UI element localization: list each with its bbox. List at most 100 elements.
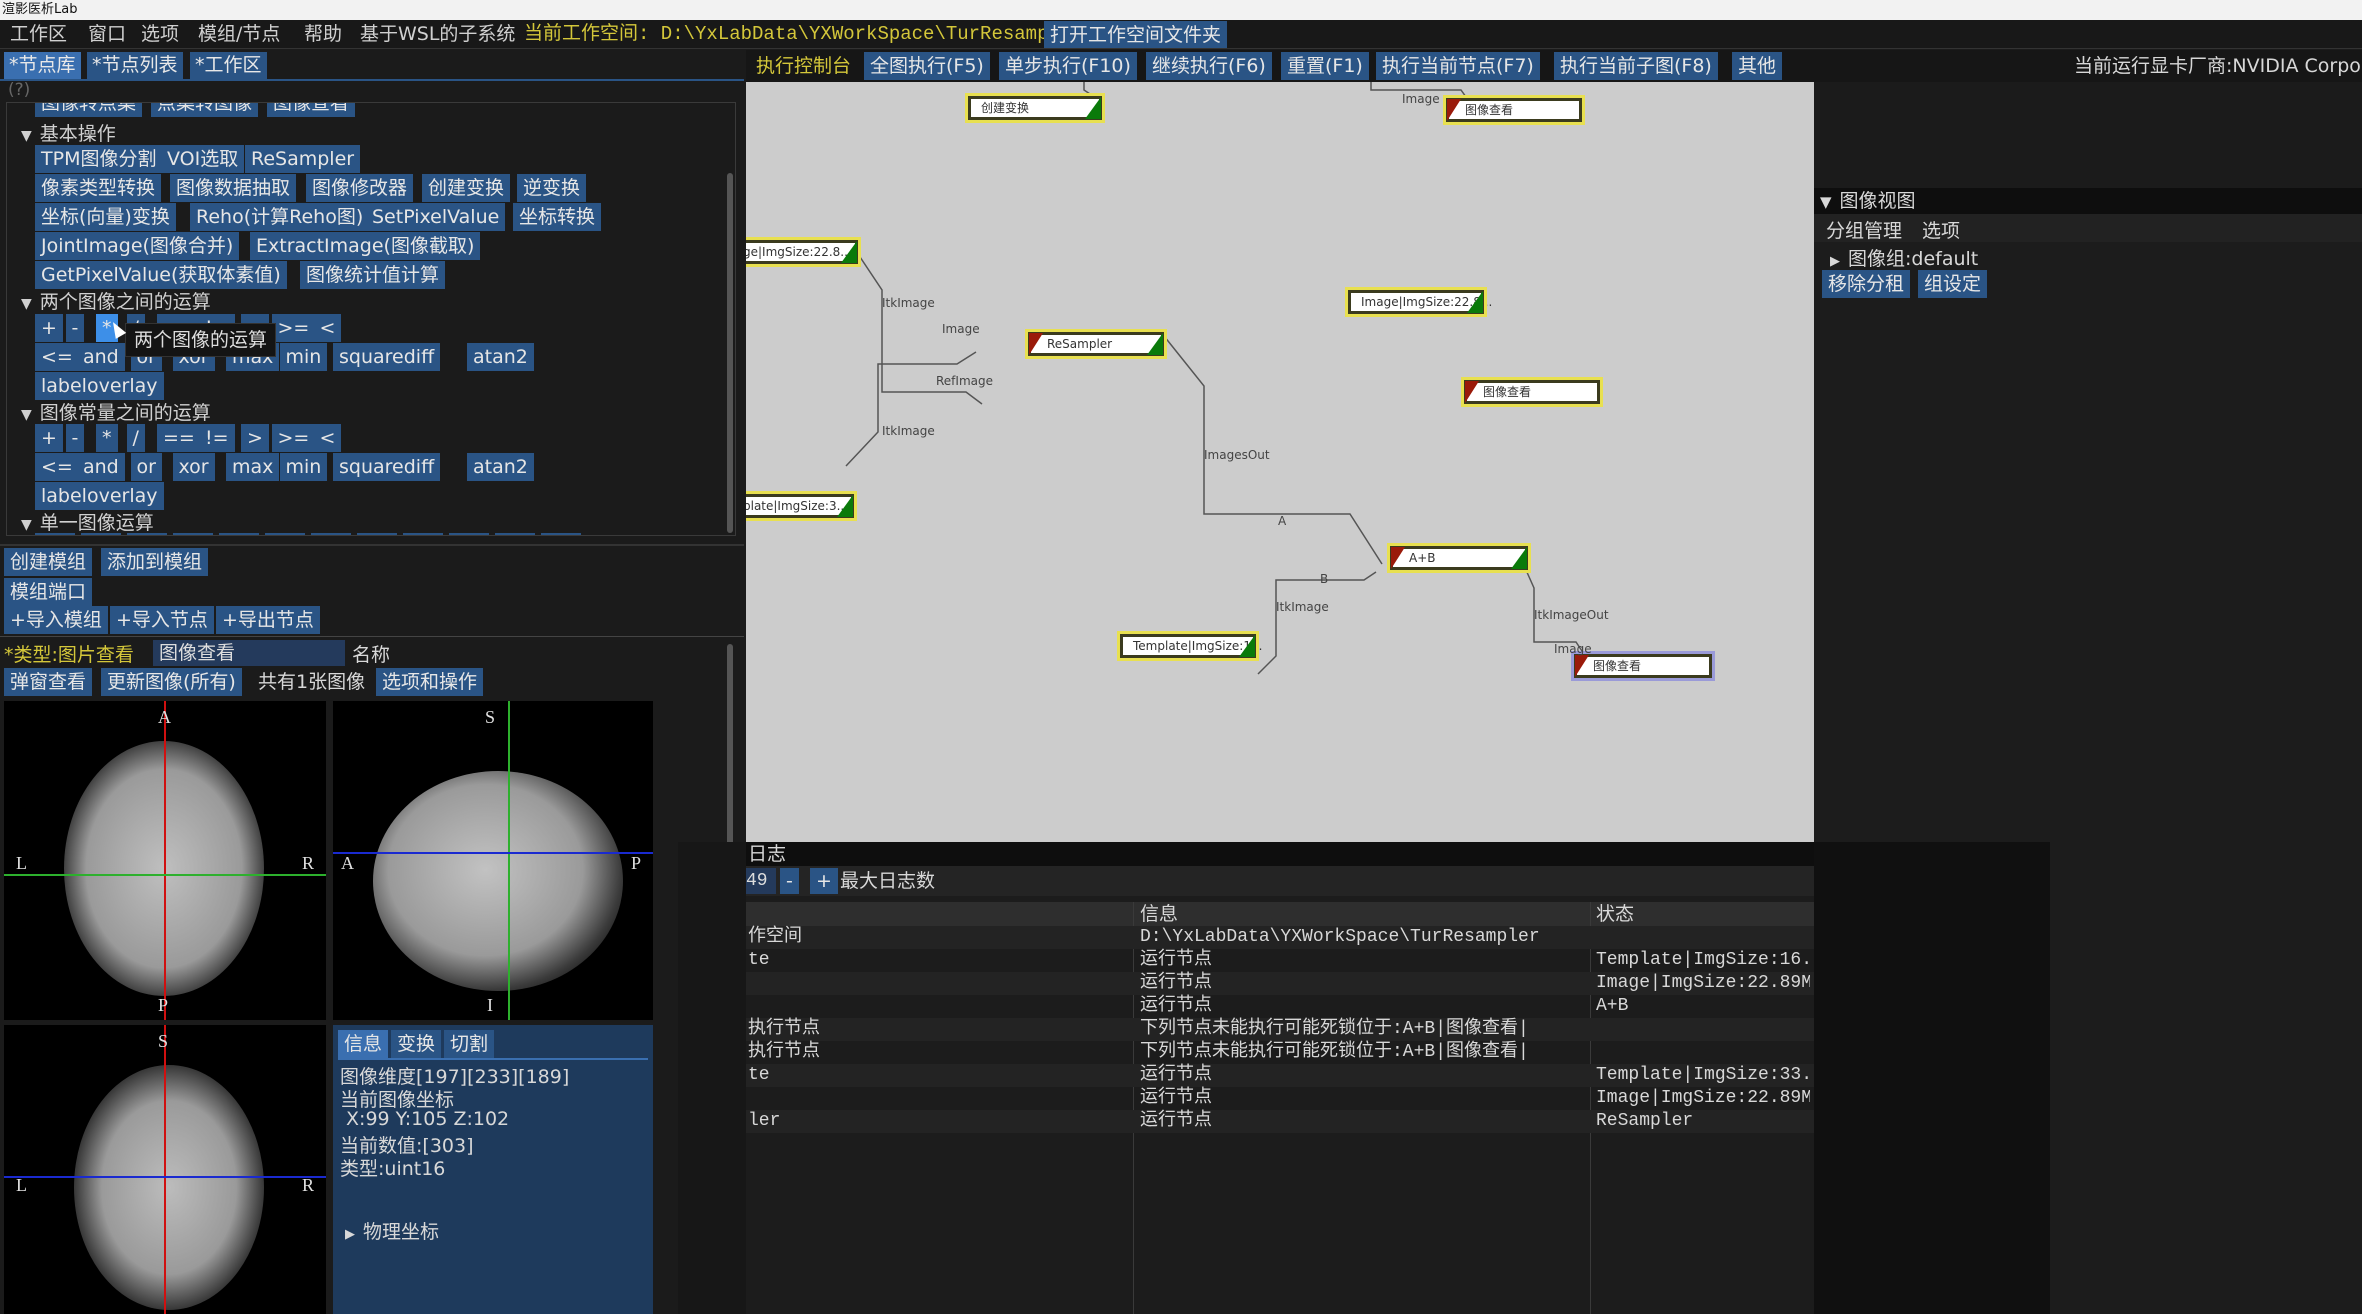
image-group-toggle[interactable]: ▶ 图像组:default — [1830, 244, 1978, 271]
node-btn-extract-image[interactable]: ExtractImage(图像截取) — [250, 232, 481, 260]
remove-group-button[interactable]: 移除分租 — [1822, 270, 1911, 298]
update-all-images-button[interactable]: 更新图像(所有) — [101, 668, 242, 696]
increase-button[interactable]: + — [810, 868, 838, 894]
group-settings-button[interactable]: 组设定 — [1918, 270, 1988, 298]
menu-group-management[interactable]: 分组管理 — [1826, 216, 1902, 243]
image-const-op-button[interactable]: + — [35, 424, 63, 452]
node-btn-inverse-transform[interactable]: 逆变换 — [517, 174, 587, 202]
tab-node-library[interactable]: *节点库 — [4, 52, 81, 79]
image-const-op-button[interactable]: == — [157, 424, 201, 452]
physical-coord-toggle[interactable]: ▶ 物理坐标 — [345, 1217, 439, 1244]
image-view-header[interactable]: ▼ 图像视图 — [1814, 188, 2362, 214]
node-btn-labeloverlay[interactable]: labeloverlay — [35, 372, 164, 400]
node-name-input[interactable]: 图像查看 — [153, 640, 345, 666]
graph-node-a-plus-b[interactable]: A+B — [1387, 543, 1531, 573]
axial-viewer[interactable]: A P L R — [4, 701, 326, 1020]
export-node-button[interactable]: +导出节点 — [216, 606, 320, 634]
run-all-button[interactable]: 全图执行(F5) — [864, 52, 990, 80]
node-btn-create-transform[interactable]: 创建变换 — [422, 174, 511, 202]
node-btn-image-modifier[interactable]: 图像修改器 — [306, 174, 414, 202]
two-image-op-button[interactable]: + — [35, 314, 63, 342]
image-const-op-button[interactable]: and — [77, 453, 125, 481]
two-image-op-button[interactable]: atan2 — [467, 343, 534, 371]
node-btn-image-to-pointset[interactable]: 图像转点集 — [35, 103, 143, 117]
menu-workspace[interactable]: 工作区 — [10, 20, 67, 49]
module-port-button[interactable]: 模组端口 — [4, 578, 93, 606]
node-btn-image-viewer[interactable]: 图像查看 — [267, 103, 356, 117]
graph-node-image-source-mid[interactable]: Image|ImgSize:22.8... — [1345, 287, 1492, 317]
log-row[interactable]: 作空间 D:\YxLabData\YXWorkSpace\TurResampler — [746, 926, 1814, 949]
info-tab-transform[interactable]: 变换 — [391, 1030, 442, 1058]
log-row[interactable]: 执行节点 下列节点未能执行可能死锁位于:A+B|图像查看| — [746, 1041, 1814, 1064]
import-node-button[interactable]: +导入节点 — [110, 606, 214, 634]
section-basic-ops[interactable]: ▼ 基本操作 — [21, 119, 116, 146]
two-image-op-button[interactable]: < — [313, 314, 342, 342]
popup-view-button[interactable]: 弹窗查看 — [4, 668, 93, 696]
two-image-op-button[interactable]: <= — [35, 343, 79, 371]
help-hint[interactable]: (?) — [8, 80, 30, 100]
image-const-op-button[interactable]: - — [65, 424, 85, 452]
image-const-op-button[interactable]: squarediff — [333, 453, 441, 481]
node-btn-image-statistics[interactable]: 图像统计值计算 — [300, 261, 446, 289]
graph-node-image-source-left[interactable]: ge|ImgSize:22.8... — [746, 237, 861, 267]
graph-node-image-viewer-mid[interactable]: 图像查看 — [1461, 377, 1603, 407]
image-const-op-button[interactable]: < — [313, 424, 342, 452]
add-to-module-button[interactable]: 添加到模组 — [101, 548, 209, 576]
two-image-op-button[interactable]: - — [65, 314, 85, 342]
image-const-op-button[interactable]: atan2 — [467, 453, 534, 481]
log-row[interactable]: 运行节点 Image|ImgSize:22.89MB[192][250][250]… — [746, 1087, 1814, 1110]
node-btn-pointset-to-image[interactable]: 点集转图像 — [151, 103, 259, 117]
menu-window[interactable]: 窗口 — [88, 20, 126, 49]
tab-workspace[interactable]: *工作区 — [190, 52, 267, 79]
graph-node-image-viewer-top[interactable]: 图像查看 — [1443, 95, 1585, 125]
menu-wsl-subsystem[interactable]: 基于WSL的子系统 — [360, 20, 515, 49]
log-row[interactable]: ler 运行节点 ReSampler — [746, 1110, 1814, 1133]
node-btn-coord-vector-transform[interactable]: 坐标(向量)变换 — [35, 203, 176, 231]
import-module-button[interactable]: +导入模组 — [4, 606, 108, 634]
node-btn-joint-image[interactable]: JointImage(图像合并) — [35, 232, 240, 260]
run-current-node-button[interactable]: 执行当前节点(F7) — [1376, 52, 1540, 80]
image-const-op-button[interactable]: xor — [172, 453, 215, 481]
create-module-button[interactable]: 创建模组 — [4, 548, 93, 576]
info-tab-info[interactable]: 信息 — [338, 1030, 389, 1058]
section-two-image-ops[interactable]: ▼ 两个图像之间的运算 — [21, 287, 211, 314]
menu-module-node[interactable]: 模组/节点 — [198, 20, 280, 49]
node-btn-get-pixel-value[interactable]: GetPixelValue(获取体素值) — [35, 261, 287, 289]
open-workspace-folder-button[interactable]: 打开工作空间文件夹 — [1044, 21, 1228, 48]
menu-options[interactable]: 选项 — [1922, 216, 1960, 243]
log-row[interactable]: 运行节点 Image|ImgSize:22.89MB[192][250][250]… — [746, 972, 1814, 995]
node-btn-labeloverlay[interactable]: labeloverlay — [35, 482, 164, 510]
graph-node-create-transform[interactable]: 创建变换 — [965, 93, 1105, 123]
node-btn-image-data-extract[interactable]: 图像数据抽取 — [170, 174, 297, 202]
image-const-op-button[interactable]: max — [226, 453, 280, 481]
graph-node-image-viewer-bottom[interactable]: 图像查看 — [1571, 651, 1715, 681]
node-graph-canvas[interactable]: 创建变换 图像查看 ge|ImgSize:22.8... Image|ImgSi… — [746, 82, 1814, 842]
two-image-op-button[interactable]: and — [77, 343, 125, 371]
node-btn-reho[interactable]: Reho(计算Reho图) — [190, 203, 370, 231]
menu-help[interactable]: 帮助 — [304, 20, 342, 49]
run-current-subgraph-button[interactable]: 执行当前子图(F8) — [1554, 52, 1718, 80]
coronal-viewer[interactable]: S L R — [4, 1025, 326, 1314]
node-library-scrollbar[interactable] — [727, 173, 733, 533]
node-btn-set-pixel-value[interactable]: SetPixelValue — [366, 203, 506, 231]
image-const-op-button[interactable]: >= — [271, 424, 316, 452]
node-btn-voi-select[interactable]: VOI选取 — [161, 145, 245, 173]
section-single-image-ops[interactable]: ▼ 单一图像运算 — [21, 508, 154, 535]
image-const-op-button[interactable]: <= — [35, 453, 79, 481]
node-btn-tpm-segment[interactable]: TPM图像分割 — [35, 145, 163, 173]
node-btn-coord-convert[interactable]: 坐标转换 — [513, 203, 602, 231]
step-run-button[interactable]: 单步执行(F10) — [999, 52, 1137, 80]
node-btn-resampler[interactable]: ReSampler — [245, 145, 361, 173]
menu-options[interactable]: 选项 — [141, 20, 179, 49]
log-row[interactable]: 运行节点 A+B — [746, 995, 1814, 1018]
section-image-const-ops[interactable]: ▼ 图像常量之间的运算 — [21, 398, 211, 425]
image-const-op-button[interactable]: or — [130, 453, 162, 481]
max-log-count-input[interactable]: 49 — [746, 868, 776, 894]
log-row[interactable]: te 运行节点 Template|ImgSize:16.55MB[197][233]… — [746, 949, 1814, 972]
image-const-op-button[interactable]: > — [241, 424, 269, 452]
log-row[interactable]: te 运行节点 Template|ImgSize:33.09MB[197][233]… — [746, 1064, 1814, 1087]
image-const-op-button[interactable]: min — [279, 453, 328, 481]
image-const-op-button[interactable]: != — [199, 424, 235, 452]
node-btn-pixel-type-convert[interactable]: 像素类型转换 — [35, 174, 162, 202]
two-image-op-button[interactable]: min — [279, 343, 328, 371]
